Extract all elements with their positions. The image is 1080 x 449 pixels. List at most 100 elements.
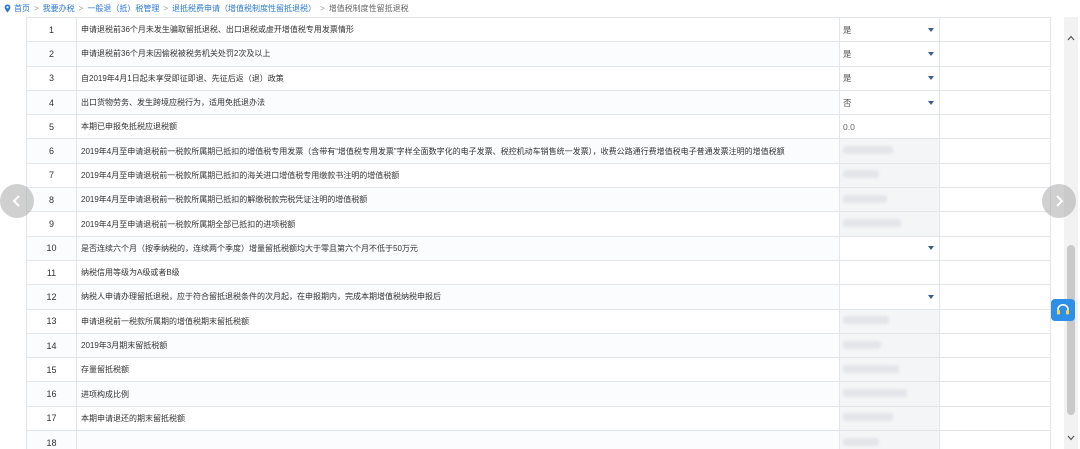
row-value-redacted[interactable] (839, 381, 940, 407)
row-value-select[interactable] (839, 235, 940, 261)
row-item-label: 纳税信用等级为A级或者B级 (76, 259, 840, 286)
select-box[interactable] (843, 286, 936, 308)
online-help-button[interactable] (1051, 299, 1075, 321)
row-item-label: 2019年4月至申请退税前一税款所属期全部已抵扣的进项税额 (76, 211, 840, 237)
scroll-up-icon[interactable] (1067, 35, 1075, 41)
row-value-redacted[interactable] (839, 211, 940, 237)
row-number: 6 (26, 138, 77, 164)
breadcrumb-separator: > (320, 4, 325, 13)
row-item-label: 本期申请退还的期末留抵税额 (76, 405, 840, 432)
row-spacer (939, 187, 1051, 213)
row-item-label: 存量留抵税额 (76, 357, 840, 383)
select-value: 否 (843, 97, 852, 108)
row-spacer (939, 357, 1051, 383)
table-row: 10 是否连续六个月（按季纳税的，连续两个季度）增量留抵税额均大于零且第六个月不低… (26, 235, 1051, 261)
row-number: 9 (26, 211, 77, 237)
row-item-label: 2019年4月至申请退税前一税款所属期已抵扣的海关进口增值税专用缴款书注明的增值… (76, 162, 840, 189)
row-value-redacted[interactable] (839, 308, 940, 334)
caret-down-icon (928, 100, 934, 105)
table-row: 18 (26, 430, 1051, 449)
table-row: 14 2019年3月期末留抵税额 (26, 332, 1051, 359)
select-value: 是 (843, 24, 852, 35)
redacted-value (843, 340, 881, 349)
redacted-value (843, 364, 899, 373)
select-value: 是 (843, 48, 852, 59)
scroll-down-icon[interactable] (1067, 435, 1075, 441)
select-box[interactable]: 是 (843, 43, 936, 65)
row-spacer (939, 162, 1051, 189)
row-item-label: 申请退税前36个月未因偷税被税务机关处罚2次及以上 (76, 41, 840, 67)
table-row: 3 自2019年4月1日起未享受即征即退、先征后返（退）政策是 (26, 65, 1051, 91)
select-box[interactable]: 是 (843, 19, 936, 41)
row-value-select[interactable]: 是 (839, 17, 940, 43)
table-row: 13 申请退税前一税款所属期的增值税期末留抵税额 (26, 308, 1051, 334)
row-item-label: 进项构成比例 (76, 381, 840, 407)
row-number: 18 (26, 430, 77, 449)
row-item-label (76, 430, 840, 449)
previous-page-button[interactable] (0, 184, 34, 218)
row-spacer (939, 259, 1051, 286)
row-number: 15 (26, 357, 77, 383)
row-value-redacted[interactable] (839, 357, 940, 383)
chevron-left-icon (12, 195, 20, 207)
row-number: 3 (26, 65, 77, 91)
row-number: 12 (26, 284, 77, 310)
row-item-label: 申请退税前一税款所属期的增值税期末留抵税额 (76, 308, 840, 334)
row-value-redacted[interactable] (839, 187, 940, 213)
scrollbar-thumb[interactable] (1067, 245, 1075, 415)
row-number: 16 (26, 381, 77, 407)
breadcrumb-current: 增值税制度性留抵退税 (328, 4, 409, 13)
row-value-redacted[interactable] (839, 138, 940, 164)
select-value: 是 (843, 73, 852, 84)
breadcrumb-application-link[interactable]: 退抵税费申请（增值税制度性留抵退税） (172, 3, 316, 14)
row-number: 14 (26, 332, 77, 359)
row-item-label: 出口货物劳务、发生跨境应税行为，适用免抵退办法 (76, 89, 840, 116)
row-item-label: 2019年4月至申请退税前一税款所属期已抵扣的增值税专用发票（含带有“增值税专用… (76, 138, 840, 164)
row-value-redacted[interactable] (839, 332, 940, 359)
row-number: 5 (26, 114, 77, 140)
select-box[interactable] (843, 237, 936, 259)
row-spacer (939, 138, 1051, 164)
table-row: 6 2019年4月至申请退税前一税款所属期已抵扣的增值税专用发票（含带有“增值税专… (26, 138, 1051, 164)
redacted-value (843, 389, 907, 398)
redacted-value (843, 194, 887, 203)
caret-down-icon (928, 76, 934, 81)
row-number: 10 (26, 235, 77, 261)
row-item-label: 申请退税前36个月未发生骗取留抵退税、出口退税或虚开增值税专用发票情形 (76, 17, 840, 43)
row-spacer (939, 381, 1051, 407)
row-spacer (939, 332, 1051, 359)
row-item-label: 自2019年4月1日起未享受即征即退、先征后返（退）政策 (76, 65, 840, 91)
row-value-redacted[interactable] (839, 405, 940, 432)
row-value-redacted[interactable] (839, 162, 940, 189)
table-row: 12 纳税人申请办理留抵退税，应于符合留抵退税条件的次月起，在申报期内，完成本期增… (26, 284, 1051, 310)
redacted-value (843, 146, 893, 155)
row-value-select[interactable]: 否 (839, 89, 940, 116)
row-number: 8 (26, 187, 77, 213)
row-number: 1 (26, 17, 77, 43)
redacted-value (843, 316, 889, 325)
vertical-scrollbar[interactable] (1064, 17, 1078, 449)
row-value-select[interactable]: 是 (839, 65, 940, 91)
table-row: 17 本期申请退还的期末留抵税额 (26, 405, 1051, 432)
row-spacer (939, 235, 1051, 261)
breadcrumb-home-link[interactable]: 首页 (14, 3, 30, 14)
row-value-text[interactable]: 0.0 (839, 114, 940, 140)
row-number: 4 (26, 89, 77, 116)
row-value-select[interactable] (839, 284, 940, 310)
row-spacer (939, 211, 1051, 237)
row-value-empty[interactable] (839, 259, 940, 286)
breadcrumb-refund-link[interactable]: 一般退（抵）税管理 (87, 3, 159, 14)
next-page-button[interactable] (1042, 184, 1076, 218)
breadcrumb-separator: > (78, 4, 84, 13)
row-spacer (939, 284, 1051, 310)
row-value-select[interactable]: 是 (839, 41, 940, 67)
row-spacer (939, 430, 1051, 449)
table-row: 9 2019年4月至申请退税前一税款所属期全部已抵扣的进项税额 (26, 211, 1051, 237)
row-value-redacted[interactable] (839, 430, 940, 449)
select-box[interactable]: 否 (843, 91, 936, 113)
select-box[interactable]: 是 (843, 67, 936, 89)
breadcrumb-tax-link[interactable]: 我要办税 (43, 3, 75, 14)
form-content: 1 申请退税前36个月未发生骗取留抵退税、出口退税或虚开增值税专用发票情形是 2 申请… (26, 17, 1056, 449)
row-spacer (939, 89, 1051, 116)
row-spacer (939, 405, 1051, 432)
